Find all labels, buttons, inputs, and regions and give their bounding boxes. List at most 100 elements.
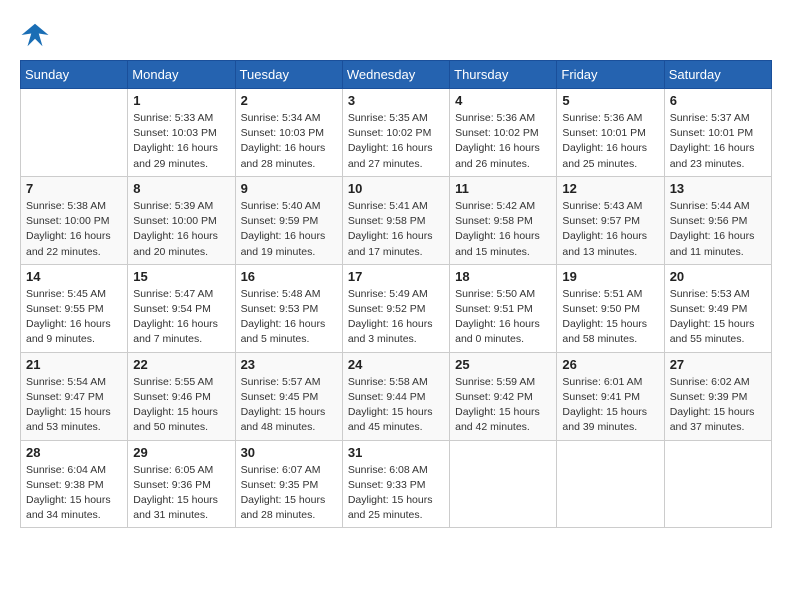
calendar-cell: 3 Sunrise: 5:35 AMSunset: 10:02 PMDayligh…: [342, 89, 449, 177]
day-info: Sunrise: 5:59 AMSunset: 9:42 PMDaylight:…: [455, 375, 551, 436]
calendar-cell: 24 Sunrise: 5:58 AMSunset: 9:44 PMDayligh…: [342, 352, 449, 440]
calendar-table: SundayMondayTuesdayWednesdayThursdayFrid…: [20, 60, 772, 528]
day-number: 25: [455, 357, 551, 372]
day-info: Sunrise: 5:40 AMSunset: 9:59 PMDaylight:…: [241, 199, 337, 260]
day-info: Sunrise: 5:57 AMSunset: 9:45 PMDaylight:…: [241, 375, 337, 436]
page-header: [20, 20, 772, 50]
day-number: 30: [241, 445, 337, 460]
day-info: Sunrise: 5:42 AMSunset: 9:58 PMDaylight:…: [455, 199, 551, 260]
calendar-cell: 8 Sunrise: 5:39 AMSunset: 10:00 PMDayligh…: [128, 176, 235, 264]
calendar-week-row: 14 Sunrise: 5:45 AMSunset: 9:55 PMDayligh…: [21, 264, 772, 352]
calendar-cell: 1Sunrise: 5:33 AMSunset: 10:03 PMDayligh…: [128, 89, 235, 177]
day-info: Sunrise: 6:02 AMSunset: 9:39 PMDaylight:…: [670, 375, 766, 436]
day-number: 8: [133, 181, 229, 196]
header-day: Friday: [557, 61, 664, 89]
day-number: 28: [26, 445, 122, 460]
day-number: 10: [348, 181, 444, 196]
day-number: 2: [241, 93, 337, 108]
calendar-cell: [664, 440, 771, 528]
calendar-cell: 9 Sunrise: 5:40 AMSunset: 9:59 PMDaylight…: [235, 176, 342, 264]
day-number: 5: [562, 93, 658, 108]
calendar-body: 1Sunrise: 5:33 AMSunset: 10:03 PMDayligh…: [21, 89, 772, 528]
calendar-cell: 28 Sunrise: 6:04 AMSunset: 9:38 PMDayligh…: [21, 440, 128, 528]
day-info: Sunrise: 5:50 AMSunset: 9:51 PMDaylight:…: [455, 287, 551, 348]
header-day: Monday: [128, 61, 235, 89]
calendar-cell: 11 Sunrise: 5:42 AMSunset: 9:58 PMDayligh…: [450, 176, 557, 264]
calendar-cell: 26 Sunrise: 6:01 AMSunset: 9:41 PMDayligh…: [557, 352, 664, 440]
day-number: 4: [455, 93, 551, 108]
calendar-cell: 30 Sunrise: 6:07 AMSunset: 9:35 PMDayligh…: [235, 440, 342, 528]
day-number: 11: [455, 181, 551, 196]
day-number: 9: [241, 181, 337, 196]
calendar-cell: 7 Sunrise: 5:38 AMSunset: 10:00 PMDayligh…: [21, 176, 128, 264]
day-info: Sunrise: 5:37 AMSunset: 10:01 PMDaylight…: [670, 111, 766, 172]
day-number: 17: [348, 269, 444, 284]
calendar-cell: 19 Sunrise: 5:51 AMSunset: 9:50 PMDayligh…: [557, 264, 664, 352]
day-number: 7: [26, 181, 122, 196]
calendar-cell: 18 Sunrise: 5:50 AMSunset: 9:51 PMDayligh…: [450, 264, 557, 352]
day-number: 3: [348, 93, 444, 108]
day-number: 13: [670, 181, 766, 196]
calendar-cell: 23 Sunrise: 5:57 AMSunset: 9:45 PMDayligh…: [235, 352, 342, 440]
day-info: Sunrise: 5:41 AMSunset: 9:58 PMDaylight:…: [348, 199, 444, 260]
calendar-cell: 16Sunrise: 5:48 AMSunset: 9:53 PMDayligh…: [235, 264, 342, 352]
day-info: Sunrise: 5:35 AMSunset: 10:02 PMDaylight…: [348, 111, 444, 172]
day-number: 22: [133, 357, 229, 372]
calendar-cell: 14 Sunrise: 5:45 AMSunset: 9:55 PMDayligh…: [21, 264, 128, 352]
day-info: Sunrise: 6:07 AMSunset: 9:35 PMDaylight:…: [241, 463, 337, 524]
calendar-cell: 15Sunrise: 5:47 AMSunset: 9:54 PMDayligh…: [128, 264, 235, 352]
day-info: Sunrise: 5:38 AMSunset: 10:00 PMDaylight…: [26, 199, 122, 260]
header-day: Tuesday: [235, 61, 342, 89]
day-info: Sunrise: 6:08 AMSunset: 9:33 PMDaylight:…: [348, 463, 444, 524]
day-info: Sunrise: 5:34 AMSunset: 10:03 PMDaylight…: [241, 111, 337, 172]
calendar-cell: [557, 440, 664, 528]
day-number: 14: [26, 269, 122, 284]
day-info: Sunrise: 5:43 AMSunset: 9:57 PMDaylight:…: [562, 199, 658, 260]
day-info: Sunrise: 5:36 AMSunset: 10:02 PMDaylight…: [455, 111, 551, 172]
day-info: Sunrise: 5:58 AMSunset: 9:44 PMDaylight:…: [348, 375, 444, 436]
day-info: Sunrise: 6:04 AMSunset: 9:38 PMDaylight:…: [26, 463, 122, 524]
day-info: Sunrise: 5:54 AMSunset: 9:47 PMDaylight:…: [26, 375, 122, 436]
day-info: Sunrise: 5:44 AMSunset: 9:56 PMDaylight:…: [670, 199, 766, 260]
calendar-cell: 6 Sunrise: 5:37 AMSunset: 10:01 PMDayligh…: [664, 89, 771, 177]
day-number: 15: [133, 269, 229, 284]
calendar-cell: 10 Sunrise: 5:41 AMSunset: 9:58 PMDayligh…: [342, 176, 449, 264]
header-day: Saturday: [664, 61, 771, 89]
day-number: 18: [455, 269, 551, 284]
day-number: 31: [348, 445, 444, 460]
day-info: Sunrise: 5:53 AMSunset: 9:49 PMDaylight:…: [670, 287, 766, 348]
day-number: 27: [670, 357, 766, 372]
calendar-cell: 4 Sunrise: 5:36 AMSunset: 10:02 PMDayligh…: [450, 89, 557, 177]
day-number: 26: [562, 357, 658, 372]
day-info: Sunrise: 5:33 AMSunset: 10:03 PMDaylight…: [133, 111, 229, 172]
logo-icon: [20, 20, 50, 50]
calendar-cell: 20Sunrise: 5:53 AMSunset: 9:49 PMDayligh…: [664, 264, 771, 352]
day-info: Sunrise: 5:39 AMSunset: 10:00 PMDaylight…: [133, 199, 229, 260]
day-info: Sunrise: 5:45 AMSunset: 9:55 PMDaylight:…: [26, 287, 122, 348]
calendar-cell: [450, 440, 557, 528]
calendar-cell: 21Sunrise: 5:54 AMSunset: 9:47 PMDayligh…: [21, 352, 128, 440]
calendar-week-row: 1Sunrise: 5:33 AMSunset: 10:03 PMDayligh…: [21, 89, 772, 177]
day-info: Sunrise: 6:05 AMSunset: 9:36 PMDaylight:…: [133, 463, 229, 524]
header-row: SundayMondayTuesdayWednesdayThursdayFrid…: [21, 61, 772, 89]
header-day: Wednesday: [342, 61, 449, 89]
day-number: 23: [241, 357, 337, 372]
day-info: Sunrise: 5:36 AMSunset: 10:01 PMDaylight…: [562, 111, 658, 172]
day-info: Sunrise: 5:51 AMSunset: 9:50 PMDaylight:…: [562, 287, 658, 348]
header-day: Thursday: [450, 61, 557, 89]
calendar-cell: 27 Sunrise: 6:02 AMSunset: 9:39 PMDayligh…: [664, 352, 771, 440]
day-number: 6: [670, 93, 766, 108]
day-number: 19: [562, 269, 658, 284]
logo: [20, 20, 54, 50]
day-number: 24: [348, 357, 444, 372]
day-number: 16: [241, 269, 337, 284]
calendar-cell: 13 Sunrise: 5:44 AMSunset: 9:56 PMDayligh…: [664, 176, 771, 264]
calendar-week-row: 21Sunrise: 5:54 AMSunset: 9:47 PMDayligh…: [21, 352, 772, 440]
calendar-cell: 12Sunrise: 5:43 AMSunset: 9:57 PMDayligh…: [557, 176, 664, 264]
calendar-cell: 5 Sunrise: 5:36 AMSunset: 10:01 PMDayligh…: [557, 89, 664, 177]
calendar-cell: 17Sunrise: 5:49 AMSunset: 9:52 PMDayligh…: [342, 264, 449, 352]
calendar-header: SundayMondayTuesdayWednesdayThursdayFrid…: [21, 61, 772, 89]
calendar-week-row: 7 Sunrise: 5:38 AMSunset: 10:00 PMDayligh…: [21, 176, 772, 264]
day-number: 29: [133, 445, 229, 460]
day-info: Sunrise: 6:01 AMSunset: 9:41 PMDaylight:…: [562, 375, 658, 436]
